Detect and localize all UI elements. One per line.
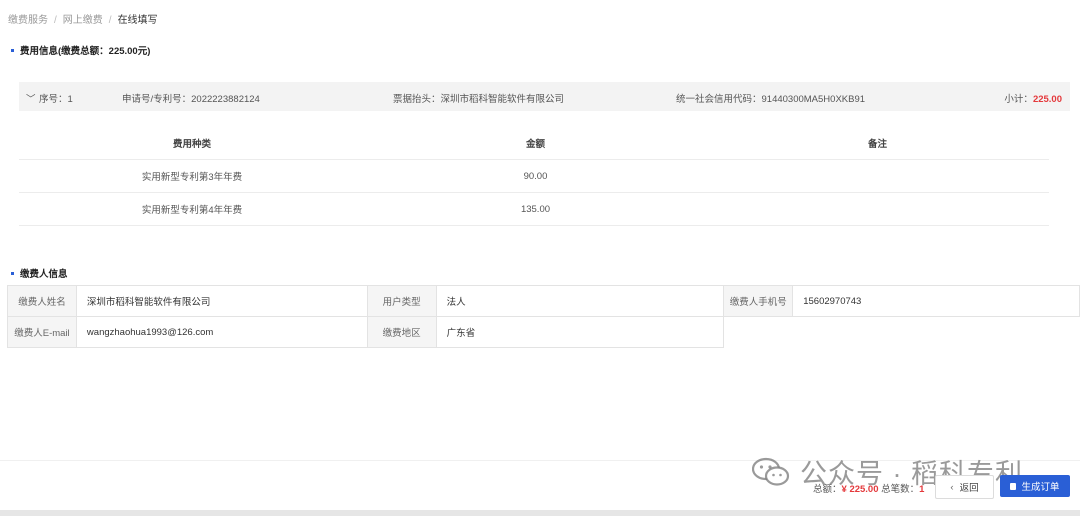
count-label: 总笔数： [881,484,920,495]
chevron-left-icon: ‹ [950,481,954,493]
fee-table: 费用种类 金额 备注 实用新型专利第3年年费 90.00 实用新型专利第4年年费… [19,126,1049,226]
totals-summary: 总额：¥ 225.00 总笔数：1 [813,481,924,495]
back-button-label: 返回 [959,483,979,494]
payer-name-label: 缴费人姓名 [7,285,77,317]
note-cell [706,192,1049,226]
amount-cell: 135.00 [364,192,707,226]
payer-info-title: 缴费人信息 [20,269,68,280]
payer-row: 缴费人姓名 深圳市稻科智能软件有限公司 用户类型 法人 缴费人手机号 15602… [7,285,1080,317]
fee-type-cell: 实用新型专利第3年年费 [19,159,365,193]
payer-name-value: 深圳市稻科智能软件有限公司 [75,285,368,317]
payer-email-value: wangzhaohua1993@126.com [75,316,368,348]
breadcrumb: 缴费服务 / 网上缴费 / 在线填写 [8,11,158,26]
create-order-button[interactable]: 生成订单 [1000,475,1070,497]
bottom-scroll-strip [0,510,1080,516]
empty-cell [723,316,1080,348]
user-type-label: 用户类型 [366,285,437,317]
column-header-amount: 金额 [364,126,707,160]
user-type-value: 法人 [435,285,725,317]
note-cell [706,159,1049,193]
chevron-down-icon[interactable]: ﹀ [26,91,36,105]
invoice-title: 票据抬头：深圳市稻科智能软件有限公司 [393,94,565,105]
subtotal: 小计：225.00 [1004,91,1062,105]
column-header-fee-type: 费用种类 [19,126,365,160]
table-row: 实用新型专利第3年年费 90.00 [19,159,1049,193]
order-seq: 序号：1 [39,94,73,105]
order-row[interactable]: ﹀ 序号：1 申请号/专利号：2022223882124 票据抬头：深圳市稻科智… [19,82,1070,111]
section-marker [11,48,14,52]
count-value: 1 [919,484,925,495]
breadcrumb-separator: / [54,15,57,26]
fee-type-cell: 实用新型专利第4年年费 [19,192,365,226]
total-label: 总额： [813,484,842,495]
payer-row: 缴费人E-mail wangzhaohua1993@126.com 缴费地区 广… [7,316,1080,348]
subtotal-label: 小计： [1004,94,1033,105]
section-marker [11,271,14,275]
create-order-label: 生成订单 [1021,482,1060,493]
total-value: ¥ 225.00 [841,484,879,495]
fee-info-title: 费用信息(缴费总额：225.00元) [20,46,151,57]
application-number: 申请号/专利号：2022223882124 [122,94,260,105]
payer-info-section-title: 缴费人信息 [11,266,68,280]
breadcrumb-separator: / [108,15,112,26]
credit-code: 统一社会信用代码：91440300MA5H0XKB91 [676,94,866,105]
column-header-note: 备注 [706,126,1049,160]
payer-phone-label: 缴费人手机号 [723,285,794,317]
breadcrumb-item-current: 在线填写 [117,15,158,26]
amount-cell: 90.00 [364,159,707,193]
payer-phone-value: 15602970743 [792,285,1080,317]
payer-info-table: 缴费人姓名 深圳市稻科智能软件有限公司 用户类型 法人 缴费人手机号 15602… [7,285,1080,348]
payer-email-label: 缴费人E-mail [7,316,77,348]
breadcrumb-item-online-payment[interactable]: 网上缴费 [63,15,103,26]
back-button[interactable]: ‹ 返回 [935,475,994,499]
payer-region-value: 广东省 [435,316,725,348]
fee-info-section-title: 费用信息(缴费总额：225.00元) [11,43,150,57]
wechat-icon [752,457,790,486]
payer-region-label: 缴费地区 [366,316,437,348]
fee-table-header: 费用种类 金额 备注 [19,126,1049,160]
table-row: 实用新型专利第4年年费 135.00 [19,192,1049,226]
subtotal-value: 225.00 [1032,94,1062,105]
breadcrumb-item-fee-service[interactable]: 缴费服务 [8,15,48,26]
document-icon [1010,482,1017,490]
